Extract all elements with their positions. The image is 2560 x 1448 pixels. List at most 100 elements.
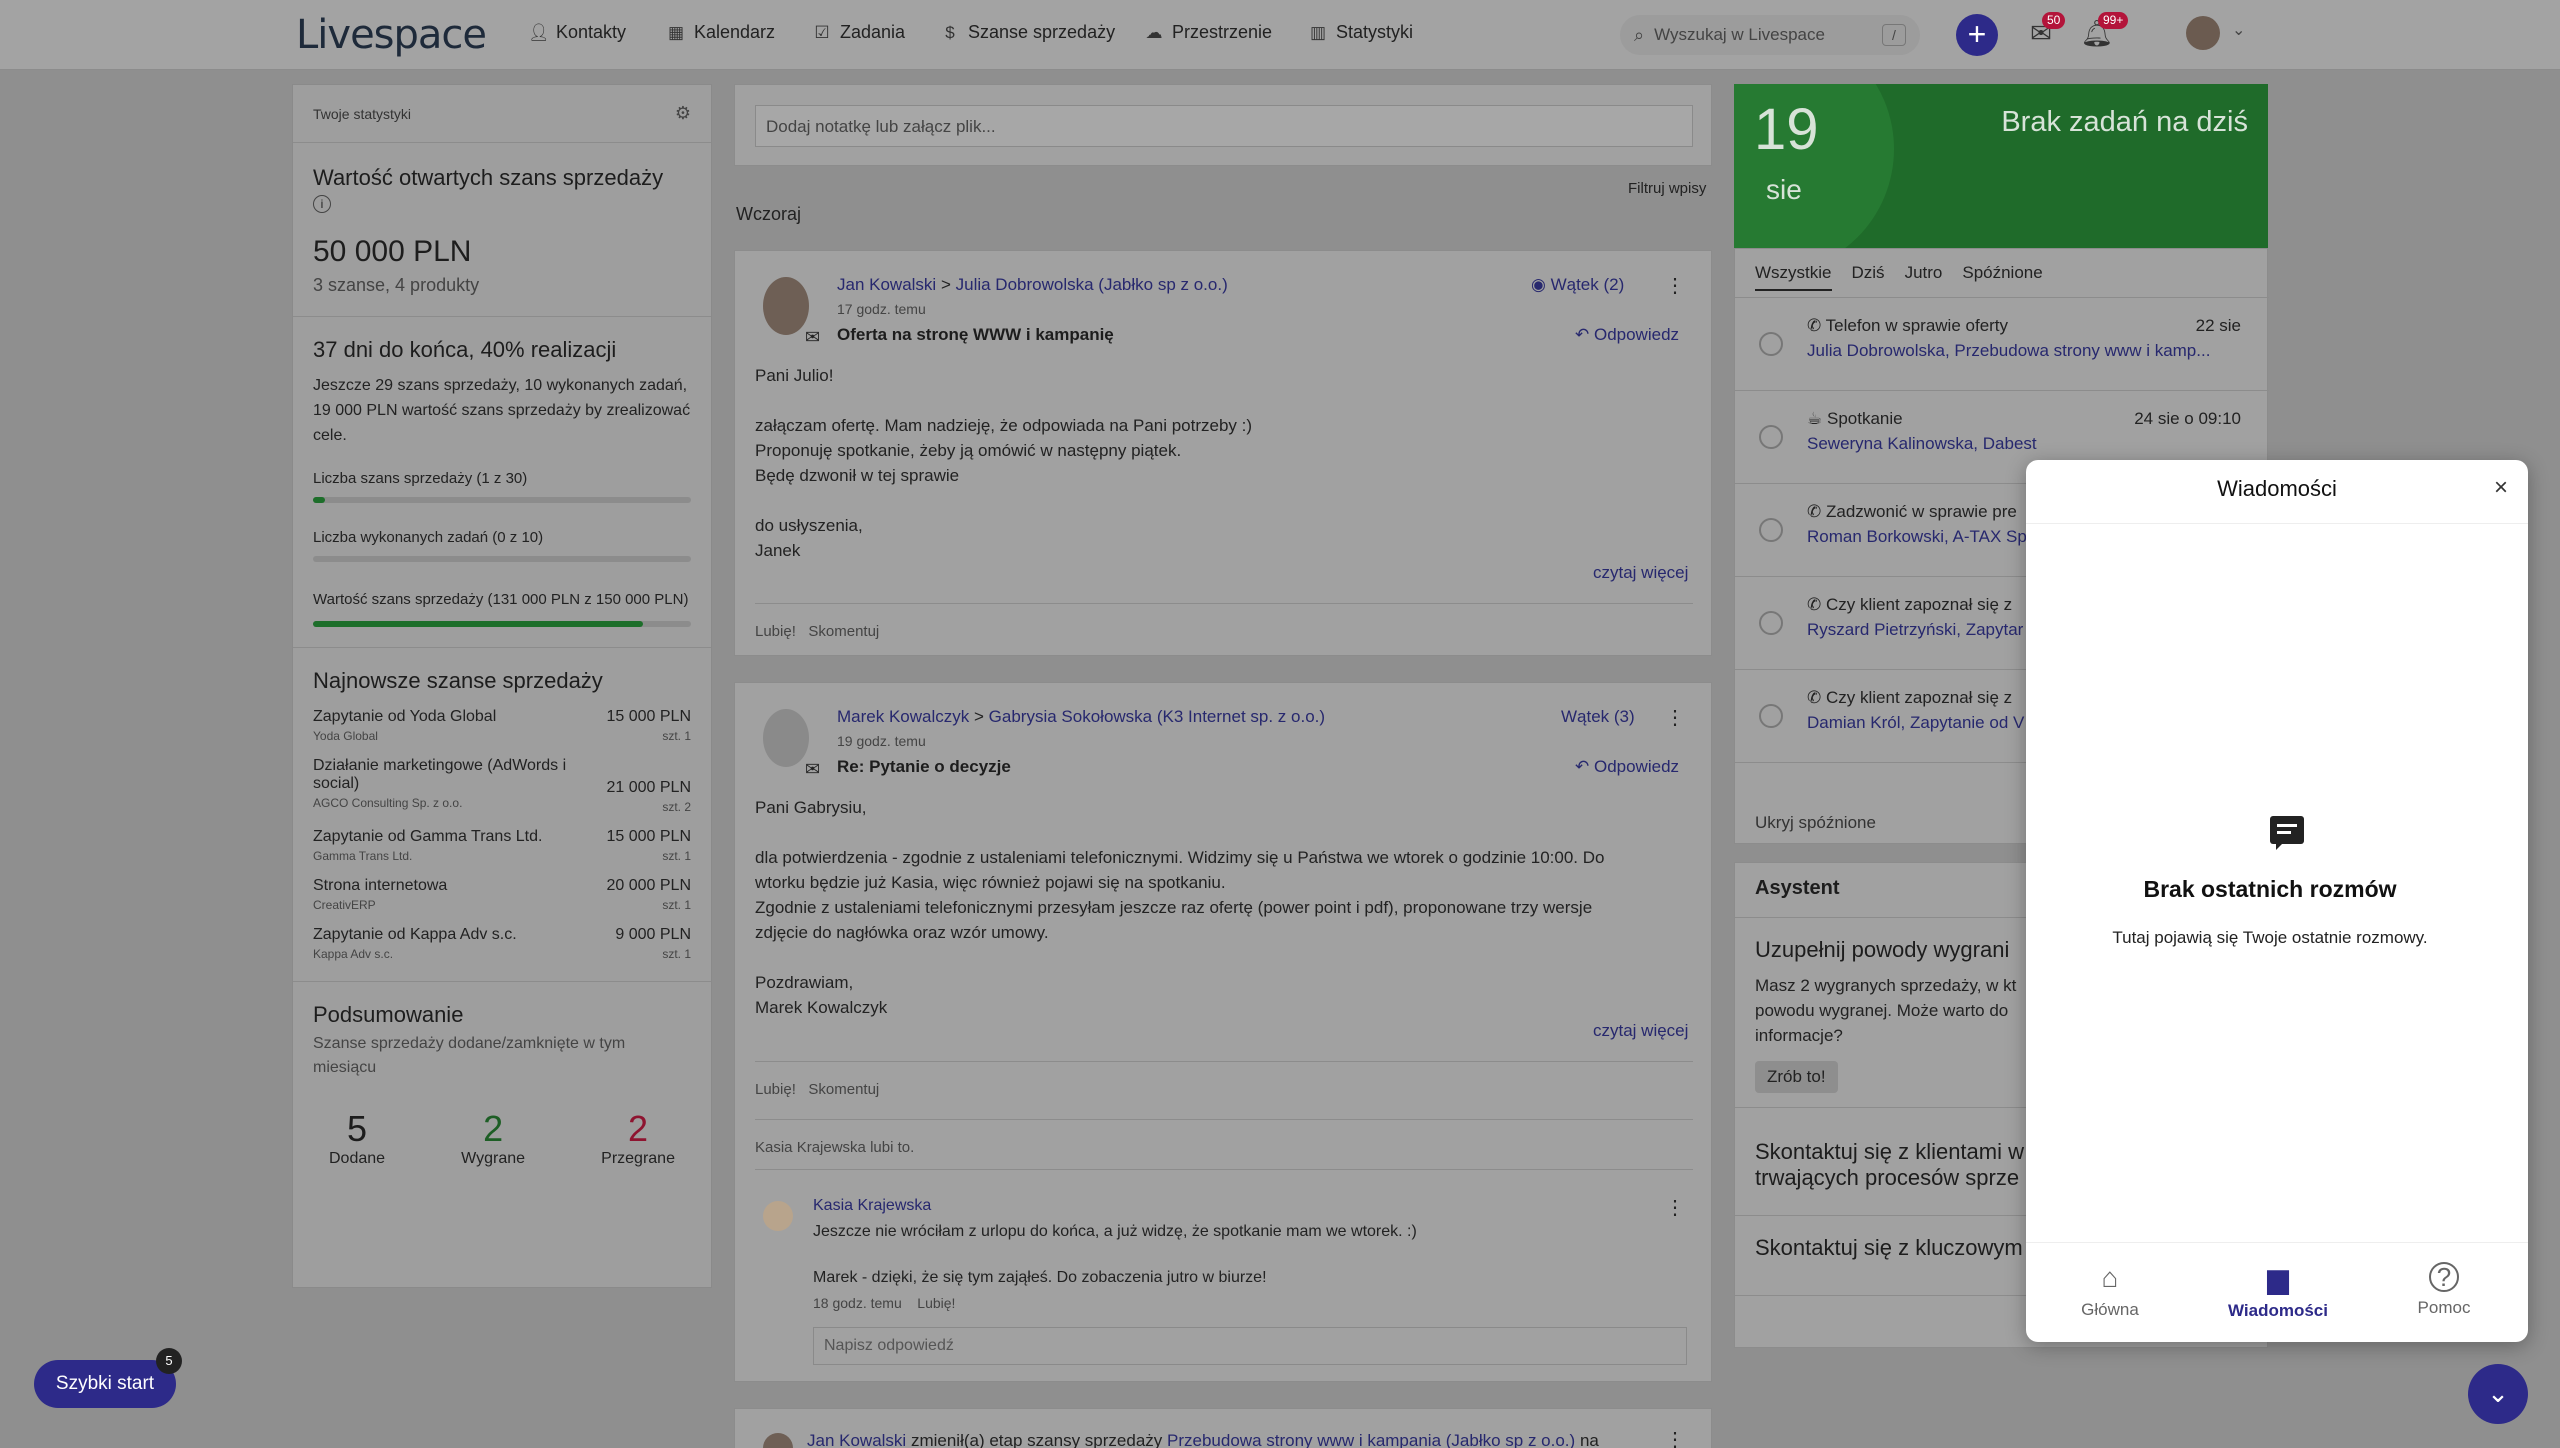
opportunity-item[interactable]: Strona internetowa CreativERP 20 000 PLN sz…	[313, 877, 691, 912]
latest-title: Najnowsze szanse sprzedaży	[313, 668, 603, 693]
author-link[interactable]: Marek Kowalczyk	[837, 707, 969, 726]
assistant-title: Asystent	[1755, 877, 1840, 899]
more-options-icon[interactable]: ⋮	[1665, 1427, 1685, 1448]
thread-button[interactable]: Wątek (3)	[1561, 707, 1635, 727]
day-number: 19	[1754, 97, 1819, 162]
summary-lost-count: 2	[628, 1108, 649, 1149]
read-more-link[interactable]: czytaj więcej	[1593, 1021, 1688, 1041]
target-link[interactable]: Gabrysia Sokołowska (K3 Internet sp. z o…	[989, 707, 1325, 726]
assistant-card-title: Skontaktuj się z klientami w trwających …	[1755, 1139, 2024, 1190]
opportunity-item[interactable]: Zapytanie od Yoda Global Yoda Global 15 00…	[313, 708, 691, 743]
filter-entries-link[interactable]: Filtruj wpisy	[1628, 180, 1706, 197]
do-it-button[interactable]: Zrób to!	[1755, 1061, 1838, 1093]
opportunity-item[interactable]: Działanie marketingowe (AdWords i social…	[313, 757, 691, 814]
opportunity-qty: szt. 1	[662, 849, 691, 863]
tab-all[interactable]: Wszystkie	[1755, 263, 1832, 291]
quick-start-button[interactable]: Szybki start 5	[34, 1348, 182, 1408]
feed-post: ✉ Jan Kowalski > Julia Dobrowolska (Jabł…	[734, 250, 1712, 656]
opportunity-value: 20 000 PLN	[606, 877, 691, 894]
avatar	[763, 277, 809, 335]
target-link[interactable]: Przebudowa strony www i kampania (Jabłko…	[1167, 1431, 1575, 1448]
task-people[interactable]: Roman Borkowski, A-TAX Sp	[1807, 527, 2027, 547]
collapse-chat-button[interactable]: ⌄	[2468, 1364, 2528, 1424]
task-people[interactable]: Julia Dobrowolska, Przebudowa strony www…	[1807, 341, 2210, 361]
bell-icon[interactable]: 🔔︎ 99+	[2080, 12, 2129, 52]
task-checkbox[interactable]	[1759, 518, 1783, 542]
assistant-card-title: Skontaktuj się z kluczowym	[1755, 1235, 2023, 1260]
task-people[interactable]: Seweryna Kalinowska, Dabest	[1807, 434, 2037, 454]
reply-button[interactable]: ↶ Odpowiedz	[1575, 757, 1679, 777]
post-line: Pani Julio!	[755, 366, 834, 385]
hide-overdue-link[interactable]: Ukryj spóźnione	[1755, 813, 1876, 833]
tab-home[interactable]: ⌂ Główna	[2060, 1262, 2160, 1320]
tab-overdue[interactable]: Spóźnione	[1962, 263, 2042, 291]
opportunity-name: Działanie marketingowe (AdWords i social…	[313, 757, 567, 792]
task-people[interactable]: Ryszard Pietrzyński, Zapytar	[1807, 620, 2023, 640]
info-icon[interactable]: i	[313, 195, 331, 213]
opportunity-value: 15 000 PLN	[606, 708, 691, 725]
author-link[interactable]: Jan Kowalski	[837, 275, 936, 294]
gear-icon[interactable]: ⚙	[675, 103, 691, 124]
post-subject: Re: Pytanie o decyzje	[837, 757, 1011, 776]
tab-tomorrow[interactable]: Jutro	[1905, 263, 1943, 291]
comment-like[interactable]: Lubię!	[917, 1295, 955, 1311]
cloud-icon: ☁	[1145, 22, 1163, 42]
target-link[interactable]: Julia Dobrowolska (Jabłko sp z o.o.)	[956, 275, 1228, 294]
livespace-logo[interactable]: Livespace	[296, 12, 487, 58]
author-link[interactable]: Jan Kowalski	[807, 1431, 906, 1448]
task-checkbox[interactable]	[1759, 425, 1783, 449]
reply-button[interactable]: ↶ Odpowiedz	[1575, 325, 1679, 345]
summary-added-count: 5	[347, 1108, 368, 1149]
task-checkbox[interactable]	[1759, 611, 1783, 635]
inbox-badge: 50	[2042, 12, 2066, 29]
nav-kontakty[interactable]: 👤︎ Kontakty	[528, 22, 626, 43]
no-tasks-text: Brak zadań na dziś	[2001, 106, 2248, 138]
opportunity-item[interactable]: Zapytanie od Gamma Trans Ltd. Gamma Trans…	[313, 828, 691, 863]
comment-time: 18 godz. temu	[813, 1295, 902, 1311]
note-input[interactable]: Dodaj notatkę lub załącz plik...	[755, 105, 1693, 147]
user-avatar[interactable]	[2186, 16, 2220, 50]
nav-statystyki[interactable]: ▥ Statystyki	[1308, 22, 1413, 43]
more-options-icon[interactable]: ⋮	[1665, 273, 1685, 298]
like-button[interactable]: Lubię!	[755, 623, 796, 640]
more-options-icon[interactable]: ⋮	[1665, 705, 1685, 730]
more-options-icon[interactable]: ⋮	[1665, 1195, 1685, 1220]
nav-zadania[interactable]: ☑ Zadania	[812, 22, 905, 43]
opportunity-value: 21 000 PLN	[606, 779, 691, 796]
comment-button[interactable]: Skomentuj	[808, 1081, 879, 1098]
inbox-icon[interactable]: ✉ 50	[2024, 12, 2066, 52]
thread-button[interactable]: ◉ Wątek (2)	[1531, 275, 1624, 295]
post-line: Pozdrawiam,	[755, 973, 854, 992]
chevron-down-icon[interactable]: ⌄	[2232, 20, 2245, 40]
eye-icon: ◉	[1531, 275, 1546, 294]
nav-kalendarz[interactable]: ▦ Kalendarz	[666, 22, 775, 43]
goal-tasks-progress	[313, 556, 691, 562]
close-icon[interactable]: ×	[2494, 474, 2508, 502]
like-button[interactable]: Lubię!	[755, 1081, 796, 1098]
post-line: dla potwierdzenia - zgodnie z ustaleniam…	[755, 848, 1605, 867]
tab-messages[interactable]: ▆ Wiadomości	[2218, 1262, 2338, 1321]
comment-text: Marek - dzięki, że się tym zająłeś. Do z…	[813, 1269, 1267, 1286]
nav-przestrzenie[interactable]: ☁ Przestrzenie	[1144, 22, 1273, 43]
comment-button[interactable]: Skomentuj	[808, 623, 879, 640]
reply-input[interactable]: Napisz odpowiedź	[813, 1327, 1687, 1365]
task-people[interactable]: Damian Król, Zapytanie od V	[1807, 713, 2024, 733]
empty-text: Tutaj pojawią się Twoje ostatnie rozmowy…	[2112, 928, 2428, 947]
add-button[interactable]: +	[1956, 14, 1998, 56]
comment-author[interactable]: Kasia Krajewska	[813, 1197, 931, 1215]
opportunity-item[interactable]: Zapytanie od Kappa Adv s.c. Kappa Adv s.c…	[313, 926, 691, 961]
opportunity-company: CreativERP	[313, 898, 376, 912]
liked-by[interactable]: Kasia Krajewska	[755, 1139, 866, 1156]
comment-text: Jeszcze nie wróciłam z urlopu do końca, …	[813, 1223, 1417, 1240]
open-value-amount: 50 000 PLN	[313, 235, 472, 268]
messages-widget: Wiadomości × Brak ostatnich rozmów Tutaj…	[2026, 460, 2528, 1342]
task-item[interactable]: ✆ Telefon w sprawie oferty 22 sie Julia Do…	[1735, 298, 2269, 391]
opportunity-qty: szt. 1	[662, 898, 691, 912]
search-input[interactable]: ⌕ Wyszukaj w Livespace /	[1620, 15, 1920, 55]
task-checkbox[interactable]	[1759, 704, 1783, 728]
tab-today[interactable]: Dziś	[1852, 263, 1885, 291]
task-checkbox[interactable]	[1759, 332, 1783, 356]
tab-help[interactable]: ? Pomoc	[2394, 1262, 2494, 1318]
read-more-link[interactable]: czytaj więcej	[1593, 563, 1688, 583]
nav-szanse-sprzedazy[interactable]: $ Szanse sprzedaży	[940, 22, 1115, 43]
